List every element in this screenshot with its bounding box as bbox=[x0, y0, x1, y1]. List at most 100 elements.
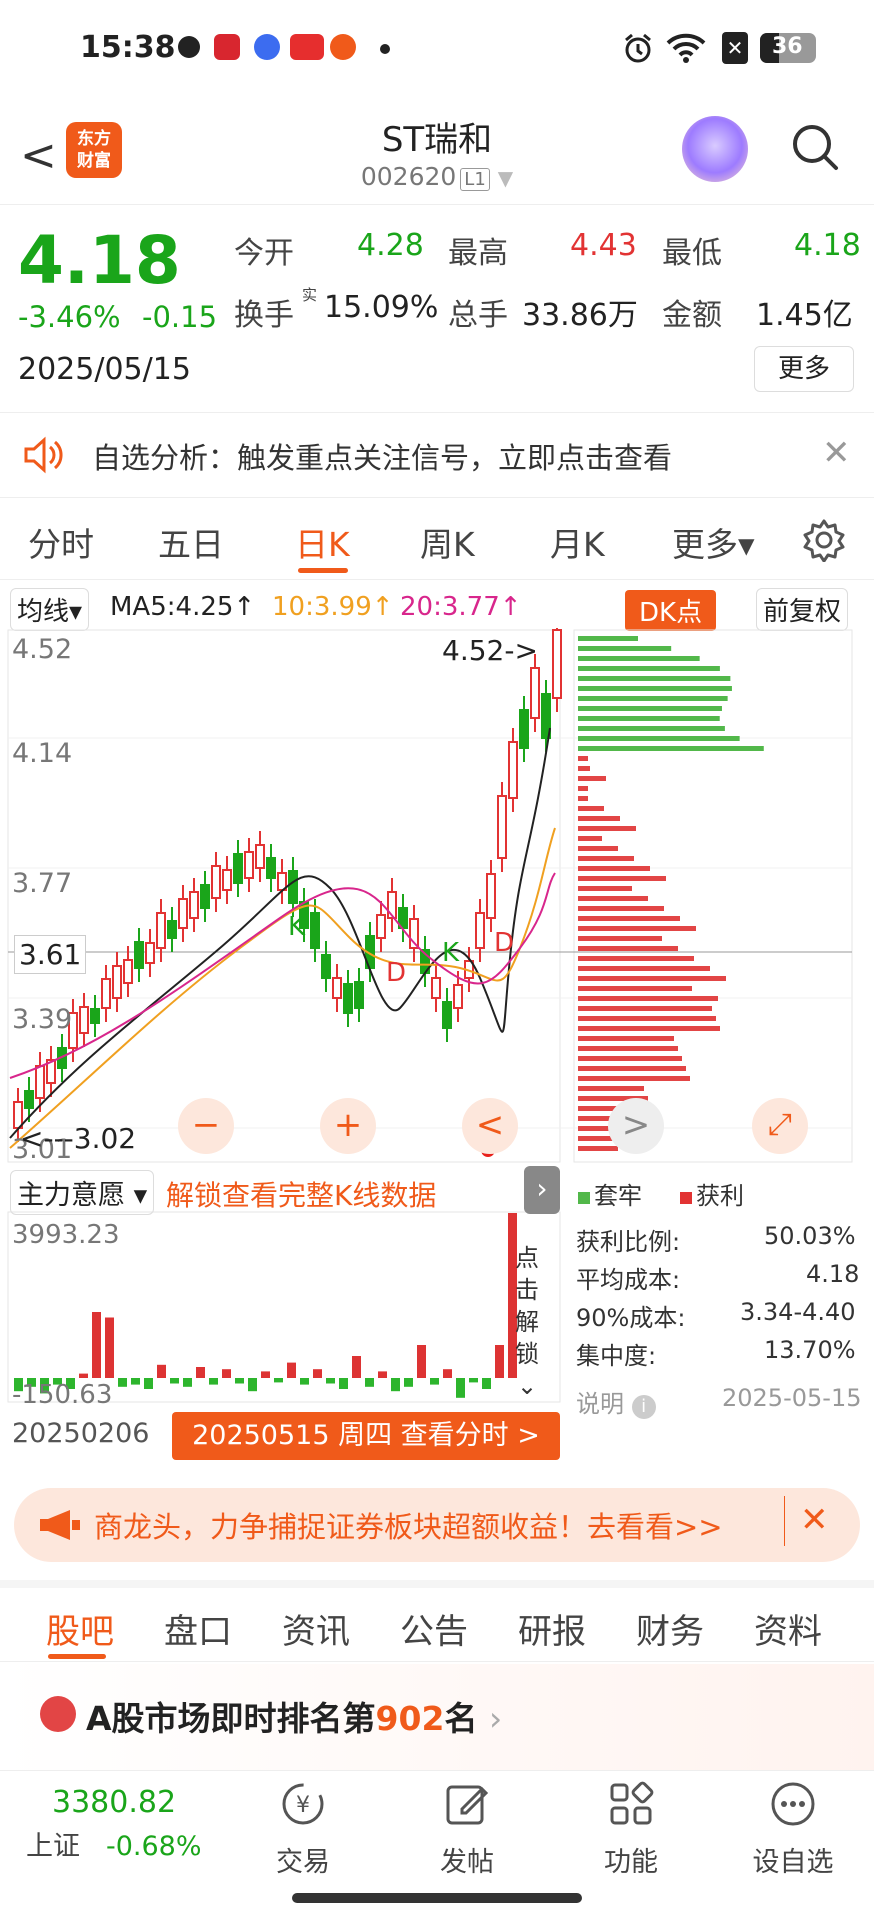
candle-body bbox=[24, 1090, 34, 1109]
unlock-kline-link[interactable]: 解锁查看完整K线数据 bbox=[166, 1174, 436, 1214]
chip-explain-link[interactable]: 说明 i bbox=[576, 1384, 656, 1419]
indicator-bar bbox=[495, 1345, 504, 1378]
chip-date: 2025-05-15 bbox=[722, 1384, 862, 1412]
active-tab-indicator bbox=[298, 568, 348, 573]
click-unlock-vertical[interactable]: 点 击 解 锁 ⌄ bbox=[512, 1242, 542, 1402]
indicator-bar bbox=[417, 1345, 426, 1378]
assistant-robot-icon[interactable] bbox=[682, 116, 748, 182]
chip-bar bbox=[578, 896, 648, 901]
nav-functions[interactable]: 功能 bbox=[576, 1779, 686, 1879]
candle-body bbox=[112, 965, 122, 999]
view-intraday-button[interactable]: 20250515 周四 查看分时 > bbox=[172, 1412, 560, 1460]
tab-research[interactable]: 研报 bbox=[518, 1604, 586, 1653]
k-marker: K bbox=[288, 912, 306, 942]
candle-body bbox=[35, 1065, 45, 1099]
zoom-in-button[interactable]: + bbox=[320, 1098, 376, 1154]
scroll-right-button[interactable]: > bbox=[608, 1098, 664, 1154]
amount-value: 1.45亿 bbox=[756, 298, 853, 333]
chip-bar bbox=[578, 936, 662, 941]
indicator-bar bbox=[274, 1378, 283, 1383]
tab-pankou[interactable]: 盘口 bbox=[164, 1604, 232, 1653]
rank-chart-icon bbox=[40, 1696, 76, 1732]
legend-profit: 获利 bbox=[680, 1176, 744, 1211]
market-rank-row[interactable]: A股市场即时排名第902名 › bbox=[0, 1664, 874, 1774]
indicator-bar bbox=[352, 1356, 361, 1378]
candle-body bbox=[167, 920, 177, 939]
analysis-notice[interactable]: 自选分析：触发重点关注信号，立即点击查看 ✕ bbox=[0, 412, 874, 498]
tab-news[interactable]: 资讯 bbox=[282, 1604, 350, 1653]
more-quote-button[interactable]: 更多 bbox=[754, 346, 854, 392]
tab-finance[interactable]: 财务 bbox=[636, 1604, 704, 1653]
candle-body bbox=[321, 954, 331, 979]
index-ticker[interactable]: 3380.82 上证 -0.68% bbox=[26, 1785, 226, 1863]
indicator-bar bbox=[391, 1378, 400, 1392]
chip-bar bbox=[578, 646, 672, 651]
candle-body bbox=[233, 853, 243, 884]
close-banner-button[interactable]: ✕ bbox=[800, 1500, 829, 1540]
price-adjust-button[interactable]: 前复权 bbox=[756, 588, 849, 631]
tab-daily-k[interactable]: 日K bbox=[295, 518, 350, 566]
change-percent: -3.46% bbox=[18, 300, 121, 334]
indicator-select[interactable]: 主力意愿 ▾ bbox=[10, 1170, 155, 1215]
chip-label-90-cost: 90%成本: bbox=[576, 1304, 686, 1332]
index-value: 3380.82 bbox=[52, 1785, 177, 1820]
indicator-bar bbox=[183, 1378, 192, 1387]
d-marker-2: D bbox=[494, 928, 515, 958]
promo-banner[interactable]: 商龙头，力争捕捉证券板块超额收益！去看看>> ✕ bbox=[14, 1488, 860, 1562]
tab-weekly-k[interactable]: 周K bbox=[420, 518, 475, 566]
candle-body bbox=[354, 981, 364, 1009]
tab-announcements[interactable]: 公告 bbox=[400, 1604, 468, 1653]
nav-add-watchlist[interactable]: 设自选 bbox=[738, 1779, 848, 1879]
chip-bar bbox=[578, 706, 722, 711]
chip-bar bbox=[578, 946, 678, 951]
nav-post[interactable]: 发帖 bbox=[412, 1779, 522, 1879]
indicator-top-value: 3993.23 bbox=[12, 1220, 120, 1250]
chip-bar bbox=[578, 966, 710, 971]
indicator-bar bbox=[144, 1378, 153, 1389]
tab-profile[interactable]: 资料 bbox=[754, 1604, 822, 1653]
dk-point-button[interactable]: DK点 bbox=[625, 590, 717, 631]
chip-bar bbox=[578, 696, 728, 701]
turnover-value: 15.09% bbox=[324, 290, 439, 325]
candle-body bbox=[552, 629, 562, 699]
ma5-line bbox=[9, 727, 551, 1139]
ma-legend: 均线▾ MA5:4.25↑ 10:3.99↑ 20:3.77↑ DK点 前复权 bbox=[0, 582, 874, 632]
range-start-date: 20250206 bbox=[12, 1418, 150, 1449]
chip-bar bbox=[578, 656, 700, 661]
chip-bar bbox=[578, 766, 590, 771]
nav-trade[interactable]: ¥ 交易 bbox=[248, 1779, 358, 1879]
nav-trade-label: 交易 bbox=[276, 1847, 330, 1878]
chip-bar bbox=[578, 876, 666, 881]
status-time: 15:38 bbox=[80, 30, 176, 65]
nav-post-label: 发帖 bbox=[440, 1847, 494, 1878]
tab-guba[interactable]: 股吧 bbox=[46, 1604, 114, 1653]
tab-five-day[interactable]: 五日 bbox=[158, 518, 224, 566]
zoom-out-button[interactable]: − bbox=[178, 1098, 234, 1154]
sim-off-icon: ✕ bbox=[722, 32, 748, 64]
index-name: 上证 bbox=[26, 1831, 80, 1862]
unlock-char-2: 击 bbox=[515, 1276, 539, 1304]
chip-bar bbox=[578, 716, 720, 721]
high-value: 4.43 bbox=[570, 228, 637, 263]
candle-body bbox=[343, 983, 353, 1014]
tab-monthly-k[interactable]: 月K bbox=[550, 518, 605, 566]
chevron-right-icon[interactable]: › bbox=[524, 1166, 560, 1214]
fullscreen-button[interactable]: ⤢ bbox=[752, 1098, 808, 1154]
tab-intraday[interactable]: 分时 bbox=[28, 518, 94, 566]
open-value: 4.28 bbox=[357, 228, 424, 263]
kline-chart-area[interactable] bbox=[0, 628, 874, 1468]
kline-frame bbox=[7, 629, 561, 1163]
more-notifications-icon bbox=[380, 44, 390, 54]
close-notice-button[interactable]: ✕ bbox=[822, 433, 851, 473]
candle-body bbox=[134, 941, 144, 969]
indicator-bar bbox=[105, 1317, 114, 1378]
chip-bar bbox=[578, 1016, 716, 1021]
tab-more[interactable]: 更多▾ bbox=[672, 518, 755, 566]
chip-bar bbox=[578, 686, 732, 691]
indicator-type-select[interactable]: 均线▾ bbox=[10, 588, 90, 631]
search-icon[interactable] bbox=[790, 122, 840, 172]
notice-text: 自选分析：触发重点关注信号，立即点击查看 bbox=[92, 441, 673, 475]
chip-value-profit-ratio: 50.03% bbox=[764, 1222, 856, 1250]
settings-gear-icon[interactable] bbox=[802, 518, 846, 562]
scroll-left-button[interactable]: < bbox=[462, 1098, 518, 1154]
